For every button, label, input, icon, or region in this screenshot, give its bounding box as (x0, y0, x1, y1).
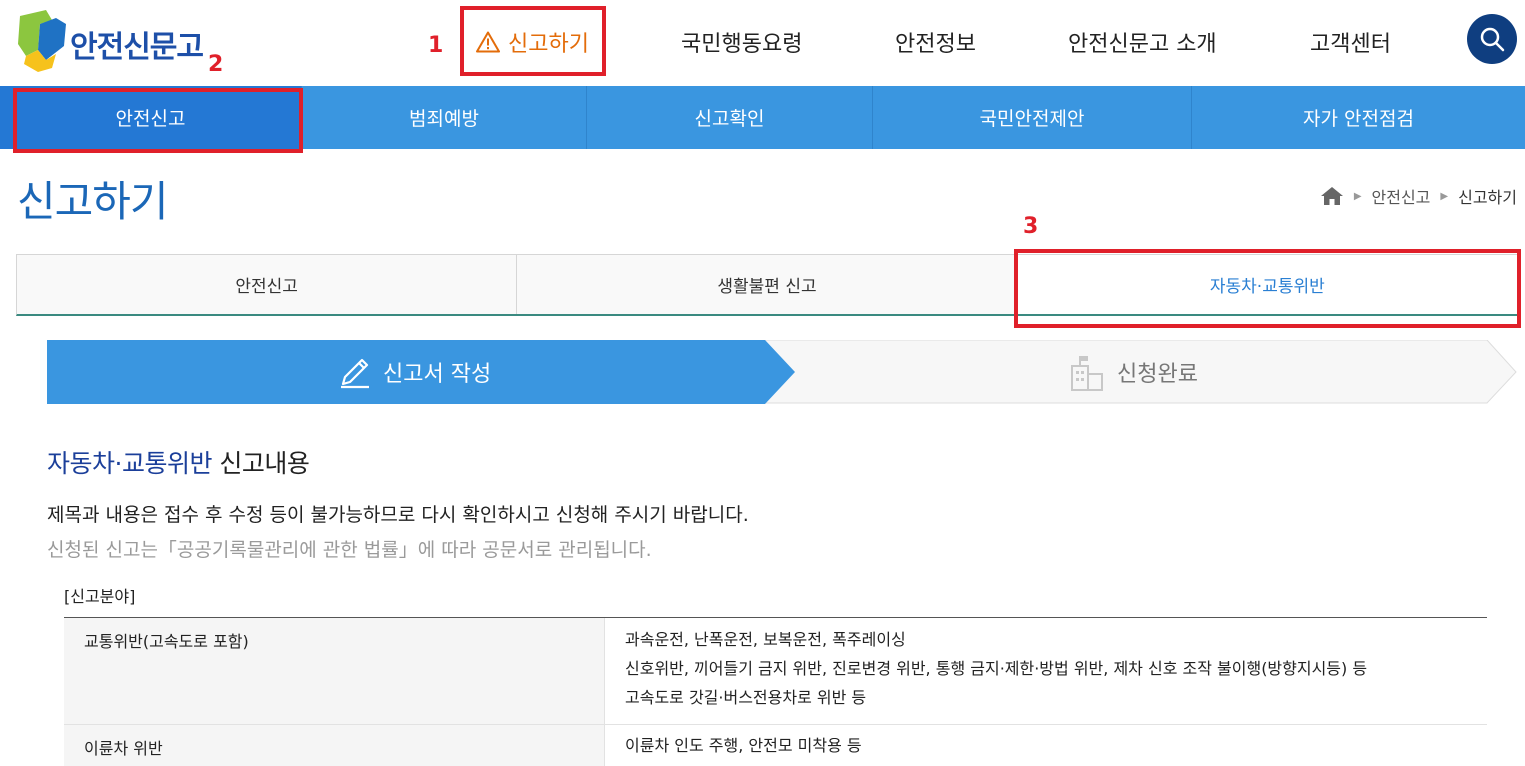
description-line: 과속운전, 난폭운전, 보복운전, 폭주레이싱 (625, 630, 906, 649)
tab-living-inconvenience[interactable]: 생활불편 신고 (517, 255, 1018, 314)
breadcrumb-item-current: 신고하기 (1458, 188, 1517, 207)
description-line: 고속도로 갓길·버스전용차로 위반 등 (625, 688, 867, 707)
section-title-suffix: 신고내용 (211, 449, 310, 478)
site-header: 안전신문고 신고하기 국민행동요령 안전정보 안전신문고 소개 고객센터 (0, 0, 1525, 86)
table-row-description: 과속운전, 난폭운전, 보복운전, 폭주레이싱 신호위반, 끼어들기 금지 위반… (605, 618, 1487, 724)
breadcrumb-item-safety-report[interactable]: 안전신고 (1372, 184, 1431, 208)
subnav-item-crime-prevention[interactable]: 범죄예방 (302, 86, 587, 149)
home-icon[interactable] (1320, 186, 1344, 206)
annotation-number-3: 3 (1023, 214, 1039, 239)
nav-about[interactable]: 안전신문고 소개 (1068, 26, 1217, 58)
nav-safety-guide[interactable]: 국민행동요령 (681, 26, 802, 58)
annotation-number-2: 2 (208, 52, 224, 77)
report-field-label: [신고분야] (64, 587, 136, 606)
search-button[interactable] (1467, 14, 1517, 64)
logo-text: 안전신문고 (70, 30, 204, 65)
nav-safety-info[interactable]: 안전정보 (895, 26, 976, 58)
annotation-box-1 (460, 6, 606, 76)
table-row-description: 이륜차 인도 주행, 안전모 미착용 등 (605, 725, 1487, 766)
table-row: 교통위반(고속도로 포함) 과속운전, 난폭운전, 보복운전, 폭주레이싱 신호… (64, 618, 1487, 725)
step-complete-label: 신청완료 (1117, 362, 1198, 387)
tab-safety-report[interactable]: 안전신고 (17, 255, 518, 314)
annotation-box-2 (13, 88, 303, 153)
progress-steps: 신고서 작성 신청완료 (47, 340, 1517, 404)
breadcrumb-separator-icon: ▶ (1440, 190, 1449, 202)
description-line: 이륜차 인도 주행, 안전모 미착용 등 (625, 736, 862, 755)
notice-records-law: 신청된 신고는「공공기록물관리에 관한 법률」에 따라 공문서로 관리됩니다. (47, 539, 652, 561)
step-write-report-label: 신고서 작성 (383, 362, 492, 387)
breadcrumb: ▶ 안전신고 ▶ 신고하기 (1320, 184, 1517, 208)
report-field-table: 교통위반(고속도로 포함) 과속운전, 난폭운전, 보복운전, 폭주레이싱 신호… (64, 617, 1487, 766)
annotation-number-1: 1 (428, 33, 444, 58)
subnav-item-report-check[interactable]: 신고확인 (587, 86, 873, 149)
step-complete: 신청완료 (1067, 340, 1198, 404)
site-logo[interactable]: 안전신문고 (16, 10, 216, 74)
nav-customer-center[interactable]: 고객센터 (1310, 26, 1391, 58)
section-title-category: 자동차·교통위반 (47, 449, 212, 478)
notice-edit-warning: 제목과 내용은 접수 후 수정 등이 불가능하므로 다시 확인하시고 신청해 주… (47, 504, 749, 526)
subnav-item-self-inspection[interactable]: 자가 안전점검 (1192, 86, 1525, 149)
steps-background (47, 340, 1517, 404)
subnav-item-safety-proposal[interactable]: 국민안전제안 (873, 86, 1192, 149)
search-icon (1480, 27, 1505, 52)
breadcrumb-separator-icon: ▶ (1353, 190, 1362, 202)
page-title: 신고하기 (17, 177, 169, 226)
building-icon (1071, 356, 1103, 391)
table-row: 이륜차 위반 이륜차 인도 주행, 안전모 미착용 등 (64, 725, 1487, 766)
pencil-icon (341, 358, 369, 389)
step-write-report: 신고서 작성 (337, 340, 491, 404)
table-row-category: 이륜차 위반 (64, 725, 605, 766)
logo-shield-icon (18, 10, 66, 72)
table-row-category: 교통위반(고속도로 포함) (64, 618, 605, 724)
description-line: 신호위반, 끼어들기 금지 위반, 진로변경 위반, 통행 금지·제한·방법 위… (625, 659, 1368, 678)
section-title: 자동차·교통위반 신고내용 (47, 444, 310, 480)
annotation-box-3 (1014, 249, 1521, 328)
